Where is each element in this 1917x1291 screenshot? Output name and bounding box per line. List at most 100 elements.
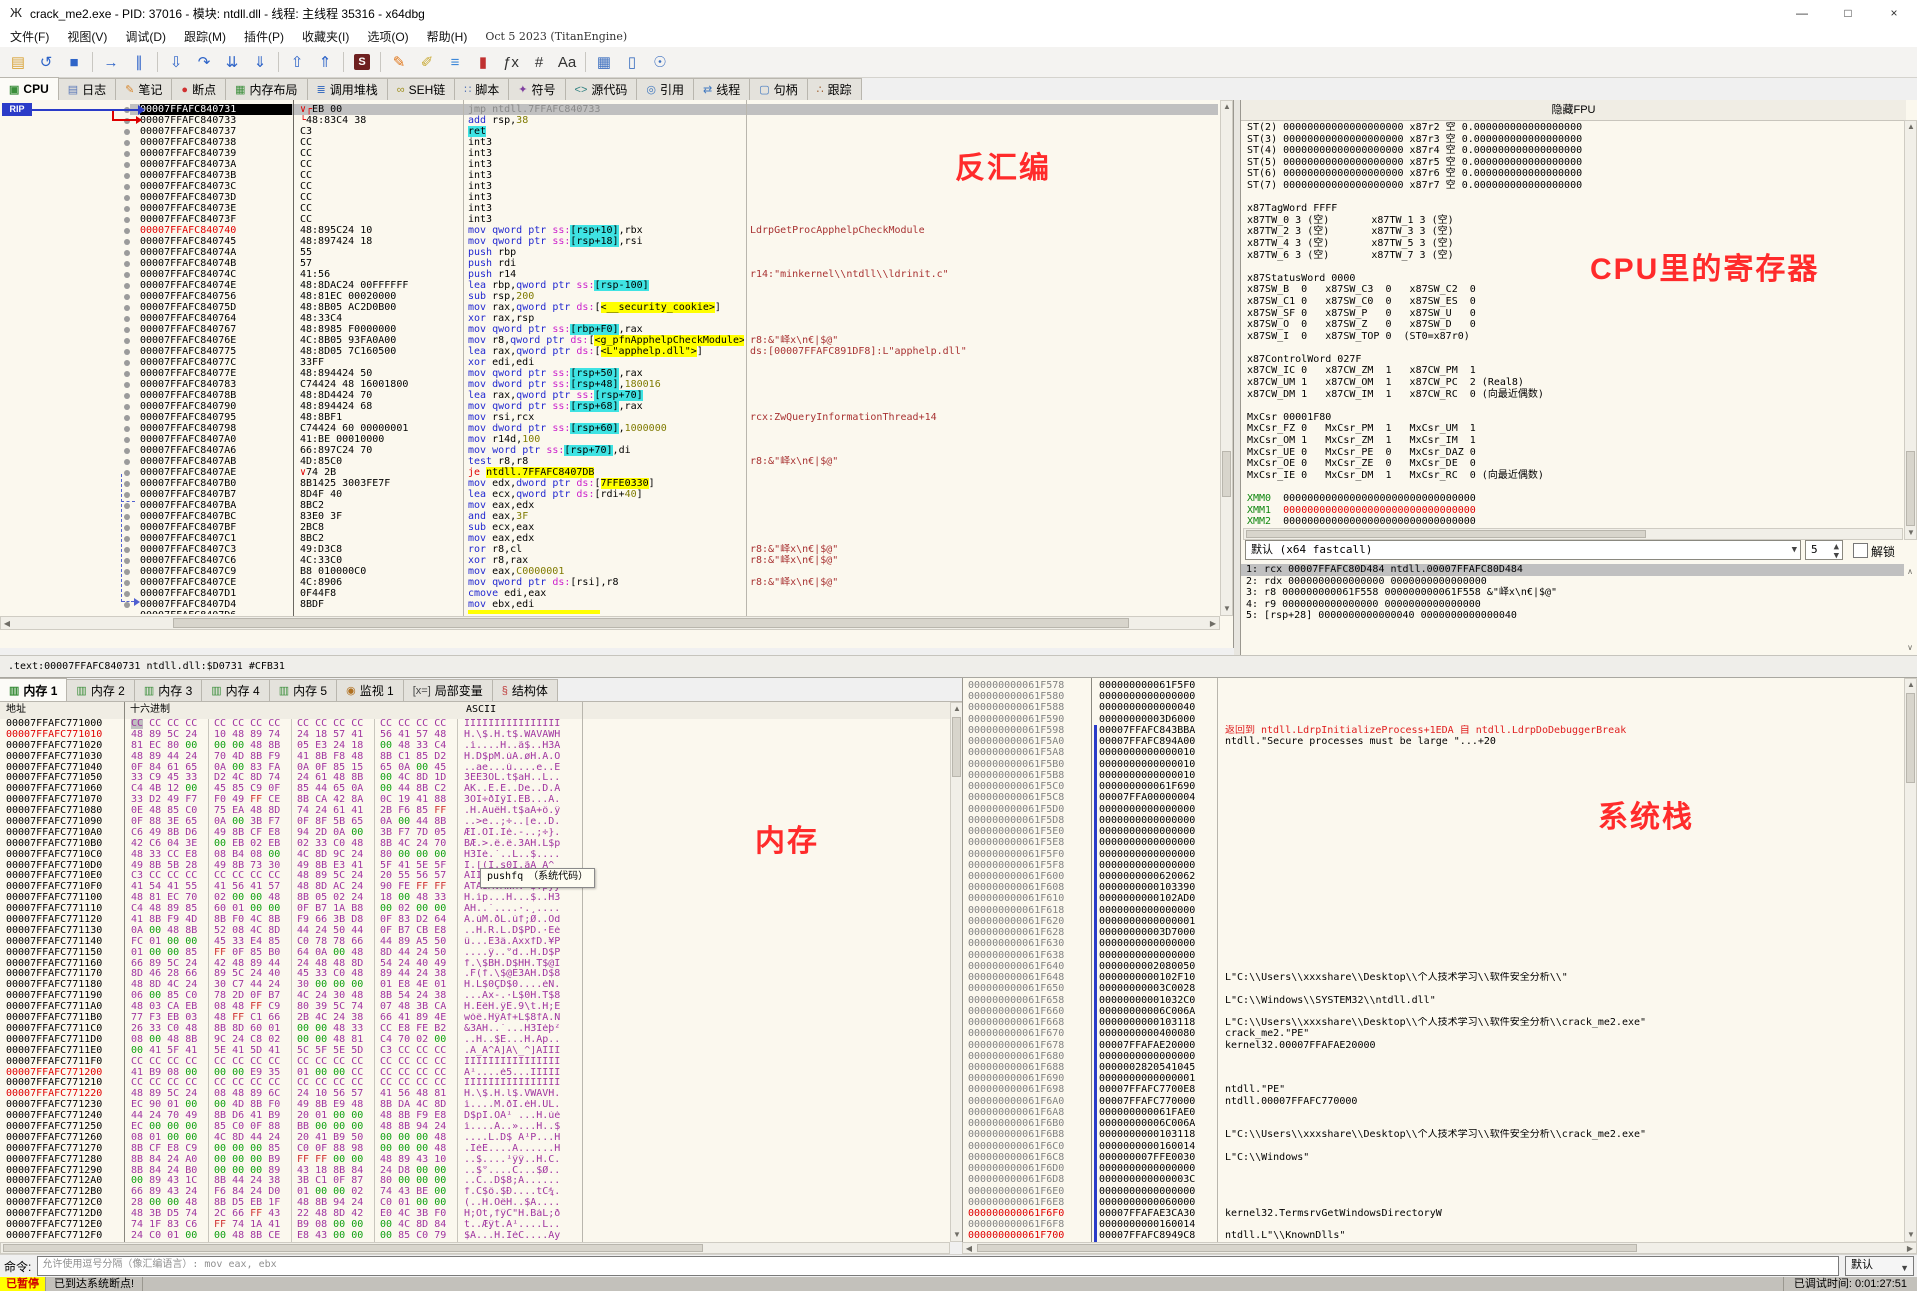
- breakpoint-dot[interactable]: [124, 569, 130, 575]
- stop-button[interactable]: ■: [61, 49, 87, 75]
- breakpoint-dot[interactable]: [124, 382, 130, 388]
- disasm-row[interactable]: 00007FFAFC84079048:894424 68mov qword pt…: [0, 401, 1218, 412]
- breakpoint-dot[interactable]: [124, 349, 130, 355]
- disasm-row[interactable]: 00007FFAFC84076E4C:8B05 93FA0A00mov r8,q…: [0, 335, 1218, 346]
- stack-row[interactable]: 000000000061F62800000000003D7000: [963, 927, 1903, 938]
- memory-dump-rows[interactable]: 00007FFAFC771000CC CC CC CCCC CC CC CCCC…: [0, 719, 950, 1242]
- disasm-row[interactable]: 00007FFAFC8407BC83E0 3Fand eax,3F: [0, 511, 1218, 522]
- tab-句柄[interactable]: ▢句柄: [749, 78, 807, 100]
- disasm-vscrollbar[interactable]: ▲ ▼: [1220, 100, 1233, 616]
- stack-row[interactable]: 000000000061F6F000007FFAFAE3CA30kernel32…: [963, 1208, 1903, 1219]
- disasm-hscrollbar[interactable]: ◀ ▶: [0, 616, 1220, 630]
- disasm-row[interactable]: 00007FFAFC8407C64C:33C0xor r8,raxr8:&"峄x…: [0, 555, 1218, 566]
- menu-item[interactable]: 收藏夹(I): [294, 26, 357, 47]
- disasm-row[interactable]: 00007FFAFC840798C74424 60 00000001mov dw…: [0, 423, 1218, 434]
- tab-脚本[interactable]: ∷脚本: [454, 78, 509, 100]
- breakpoint-dot[interactable]: [124, 327, 130, 333]
- command-input[interactable]: 允许使用逗号分隔（像汇编语言）: mov eax, ebx: [37, 1256, 1839, 1276]
- breakpoint-dot[interactable]: [124, 239, 130, 245]
- breakpoint-dot[interactable]: [124, 360, 130, 366]
- disasm-row[interactable]: 00007FFAFC84076748:8985 F0000000mov qwor…: [0, 324, 1218, 335]
- unlock-checkbox[interactable]: [1853, 543, 1868, 558]
- breakpoint-dot[interactable]: [124, 404, 130, 410]
- breakpoint-dot[interactable]: [124, 173, 130, 179]
- stack-row[interactable]: 000000000061F6300000000000000000: [963, 938, 1903, 949]
- stack-row[interactable]: 000000000061F6F80000000000160014: [963, 1219, 1903, 1230]
- stack-row[interactable]: 000000000061F578000000000061F5F0: [963, 680, 1903, 691]
- stack-row[interactable]: 000000000061F67800007FFAFAE20000kernel32…: [963, 1040, 1903, 1051]
- disasm-row[interactable]: 00007FFAFC84079548:8BF1mov rsi,rcxrcx:Zw…: [0, 412, 1218, 423]
- stack-row[interactable]: 000000000061F65800000000001032C0L"C:\\Wi…: [963, 995, 1903, 1006]
- disasm-row[interactable]: 00007FFAFC84077548:8D05 7C160500lea rax,…: [0, 346, 1218, 357]
- function-button[interactable]: ƒx: [498, 49, 524, 75]
- breakpoint-dot[interactable]: [124, 426, 130, 432]
- maximize-button[interactable]: □: [1825, 0, 1871, 26]
- stack-row[interactable]: 000000000061F6100000000000102AD0: [963, 893, 1903, 904]
- dump-tab-内存 5[interactable]: ▥内存 5: [269, 679, 337, 701]
- disasm-row[interactable]: 00007FFAFC8407C18BC2mov eax,edx: [0, 533, 1218, 544]
- stack-panel[interactable]: 000000000061F578000000000061F5F0 00000000…: [962, 678, 1917, 1242]
- menu-item[interactable]: 选项(O): [359, 26, 416, 47]
- stack-row[interactable]: 000000000061F5B80000000000000010: [963, 770, 1903, 781]
- tab-跟踪[interactable]: ∴跟踪: [807, 78, 862, 100]
- stack-row[interactable]: 000000000061F6C8000000007FFE0030L"C:\\Wi…: [963, 1152, 1903, 1163]
- disasm-row[interactable]: 00007FFAFC840783C74424 48 16001800mov dw…: [0, 379, 1218, 390]
- stack-row[interactable]: 000000000061F6E80000000000060000: [963, 1197, 1903, 1208]
- dump-tab-内存 1[interactable]: ▥内存 1: [0, 678, 67, 701]
- restart-button[interactable]: ↺: [33, 49, 59, 75]
- stack-row[interactable]: 000000000061F6B80000000000103118L"C:\\Us…: [963, 1129, 1903, 1140]
- dump-tab-内存 4[interactable]: ▥内存 4: [201, 679, 269, 701]
- breakpoint-dot[interactable]: [124, 206, 130, 212]
- breakpoint-dot[interactable]: [124, 294, 130, 300]
- stack-row[interactable]: 000000000061F6C00000000000160014: [963, 1141, 1903, 1152]
- tab-内存布局[interactable]: ▦内存布局: [225, 78, 307, 100]
- disasm-row[interactable]: 00007FFAFC84074548:897424 18mov qword pt…: [0, 236, 1218, 247]
- calculator-button[interactable]: ▦: [591, 49, 617, 75]
- disasm-row[interactable]: 00007FFAFC84074B57push rdi: [0, 258, 1218, 269]
- tab-日志[interactable]: ▤日志: [58, 78, 116, 100]
- argument-row[interactable]: 2: rdx 0000000000000000 0000000000000000: [1241, 576, 1904, 588]
- breakpoint-dot[interactable]: [124, 503, 130, 509]
- step-into-button[interactable]: ⇩: [163, 49, 189, 75]
- registers-panel[interactable]: 隐藏FPU ST(2) 00000000000000000000 x87r2 空…: [1240, 100, 1917, 655]
- stack-row[interactable]: 000000000061F70000007FFAFC8949C8ntdll.L"…: [963, 1230, 1903, 1241]
- stack-row[interactable]: 000000000061F6380000000000000000: [963, 950, 1903, 961]
- breakpoint-dot[interactable]: [124, 481, 130, 487]
- arguments-list[interactable]: 1: rcx 00007FFAFC80D484 ntdll.00007FFAFC…: [1241, 564, 1904, 654]
- stack-row[interactable]: 000000000061F5B00000000000000010: [963, 759, 1903, 770]
- menu-item[interactable]: 文件(F): [2, 26, 57, 47]
- disasm-row[interactable]: 00007FFAFC84073ECCint3: [0, 203, 1218, 214]
- dump-tab-监视 1[interactable]: ◉监视 1: [336, 679, 404, 701]
- stack-row[interactable]: 000000000061F6180000000000000000: [963, 905, 1903, 916]
- stack-row[interactable]: 000000000061F6700000000000400080crack_me…: [963, 1028, 1903, 1039]
- memory-map-tool-button[interactable]: ▯: [619, 49, 645, 75]
- stack-row[interactable]: 000000000061F6900000000000000001: [963, 1073, 1903, 1084]
- run-button[interactable]: →: [98, 49, 124, 75]
- stack-row[interactable]: 000000000061F5F80000000000000000: [963, 860, 1903, 871]
- menu-item[interactable]: 跟踪(M): [176, 26, 234, 47]
- disasm-row[interactable]: 00007FFAFC8407B78D4F 40lea ecx,qword ptr…: [0, 489, 1218, 500]
- breakpoint-dot[interactable]: [124, 217, 130, 223]
- font-button[interactable]: Aa: [554, 49, 580, 75]
- close-button[interactable]: ×: [1871, 0, 1917, 26]
- hide-fpu-button[interactable]: 隐藏FPU: [1241, 100, 1906, 121]
- stack-row[interactable]: 000000000061F5E00000000000000000: [963, 826, 1903, 837]
- disasm-row[interactable]: 00007FFAFC84074E48:8DAC24 00FFFFFFlea rb…: [0, 280, 1218, 291]
- breakpoint-dot[interactable]: [124, 151, 130, 157]
- disasm-row[interactable]: 00007FFAFC84077C33FFxor edi,edi: [0, 357, 1218, 368]
- stack-row[interactable]: 000000000061F5D00000000000000000: [963, 804, 1903, 815]
- stack-hscrollbar[interactable]: ◀ ▶: [962, 1242, 1917, 1254]
- disasm-row[interactable]: 00007FFAFC8407CE4C:8906mov qword ptr ds:…: [0, 577, 1218, 588]
- breakpoint-dot[interactable]: [124, 162, 130, 168]
- disasm-row[interactable]: 00007FFAFC84076448:33C4xor rax,rsp: [0, 313, 1218, 324]
- breakpoint-dot[interactable]: [124, 547, 130, 553]
- dump-hscrollbar[interactable]: [0, 1242, 950, 1254]
- breakpoint-dot[interactable]: [124, 536, 130, 542]
- stack-row[interactable]: 000000000061F6400000000002080050: [963, 961, 1903, 972]
- breakpoint-dot[interactable]: [124, 305, 130, 311]
- minimize-button[interactable]: —: [1779, 0, 1825, 26]
- disasm-row[interactable]: 00007FFAFC84077E48:894424 50mov qword pt…: [0, 368, 1218, 379]
- breakpoint-dot[interactable]: [124, 591, 130, 597]
- breakpoint-dot[interactable]: [124, 448, 130, 454]
- breakpoint-dot[interactable]: [124, 316, 130, 322]
